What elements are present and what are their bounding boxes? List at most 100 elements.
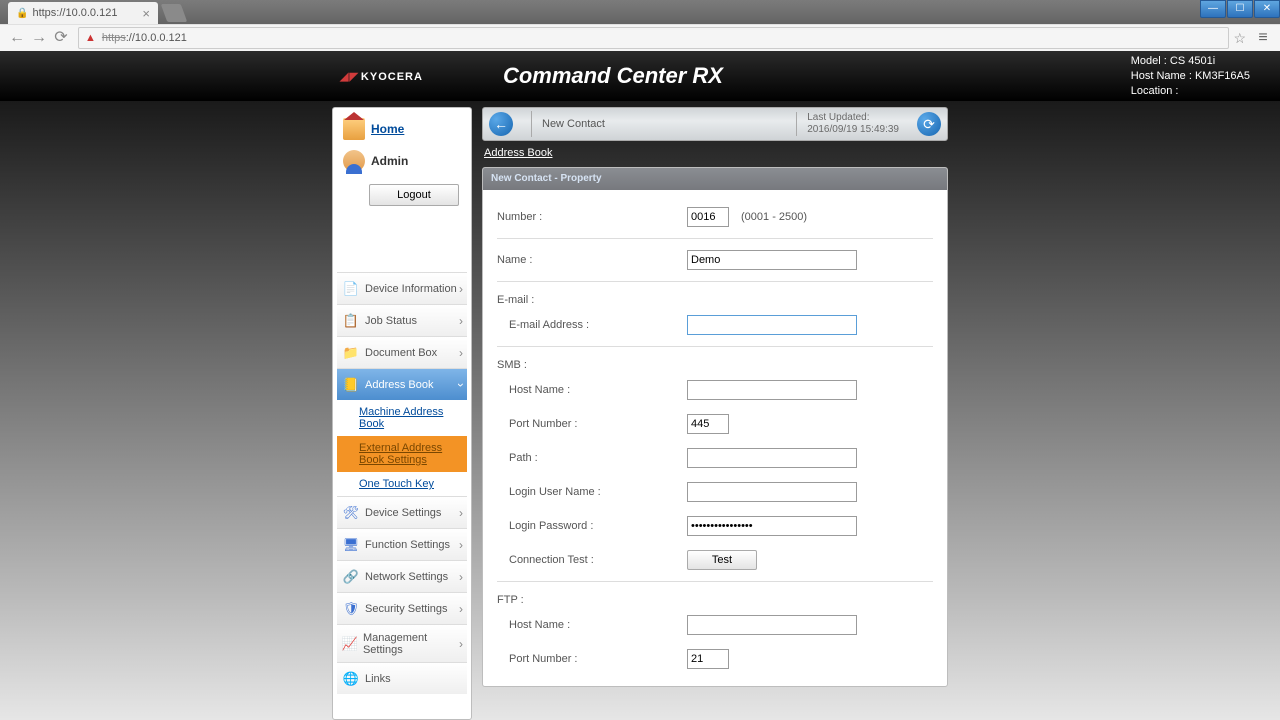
chevron-down-icon: ›: [454, 383, 468, 387]
insecure-icon: ▲: [85, 32, 96, 44]
nav-security-settings[interactable]: 🛡 Security Settings›: [337, 592, 467, 624]
nav-links[interactable]: 🌐 Links: [337, 662, 467, 694]
test-button[interactable]: Test: [687, 550, 757, 570]
smb-hostname-input[interactable]: [687, 380, 857, 400]
page-title: New Contact: [542, 118, 796, 130]
subnav-external-address-book[interactable]: External Address Book Settings: [337, 436, 467, 472]
kyocera-logo: ◢◤KYOCERA: [340, 70, 423, 83]
smb-section: SMB :: [497, 351, 933, 373]
chevron-right-icon: ›: [459, 346, 463, 360]
home-link[interactable]: Home: [337, 114, 467, 144]
brand-header: ◢◤KYOCERA Command Center RX Model : CS 4…: [0, 51, 1280, 101]
body: Home Admin Logout 📄 Device Information› …: [0, 101, 1280, 720]
refresh-button[interactable]: ⟳: [917, 112, 941, 136]
security-settings-icon: 🛡: [341, 600, 361, 618]
nav-management-settings[interactable]: 📈 Management Settings›: [337, 624, 467, 662]
titlebar-back-button[interactable]: ←: [489, 112, 513, 136]
main: ← New Contact Last Updated: 2016/09/19 1…: [482, 107, 948, 720]
address-bar: ← → ⟳ ▲ https://10.0.0.121 ☆ ≡: [0, 24, 1280, 51]
name-input[interactable]: [687, 250, 857, 270]
job-status-icon: 📋: [341, 312, 361, 330]
chevron-right-icon: ›: [459, 314, 463, 328]
smb-user-input[interactable]: [687, 482, 857, 502]
management-settings-icon: 📈: [341, 635, 359, 653]
tab-strip: 🔒 https://10.0.0.121 ×: [0, 0, 1280, 24]
email-section: E-mail :: [497, 286, 933, 308]
breadcrumb[interactable]: Address Book: [484, 147, 552, 159]
ftp-section: FTP :: [497, 586, 933, 608]
ftp-hostname-input[interactable]: [687, 615, 857, 635]
chevron-right-icon: ›: [459, 282, 463, 296]
browser-tab[interactable]: 🔒 https://10.0.0.121 ×: [8, 2, 158, 24]
maximize-button[interactable]: ☐: [1227, 0, 1253, 18]
forward-button[interactable]: →: [28, 27, 50, 49]
subnav-one-touch-key[interactable]: One Touch Key: [337, 472, 467, 496]
email-input[interactable]: [687, 315, 857, 335]
window-controls: — ☐ ✕: [1199, 0, 1280, 18]
number-label: Number :: [497, 211, 687, 223]
panel-header: New Contact - Property: [483, 168, 947, 190]
document-box-icon: 📁: [341, 344, 361, 362]
network-settings-icon: 🔗: [341, 568, 361, 586]
home-icon: [343, 118, 365, 140]
links-icon: 🌐: [341, 670, 361, 688]
user-icon: [343, 150, 365, 172]
device-info: Model : CS 4501i Host Name : KM3F16A5 Lo…: [1131, 54, 1250, 99]
smb-hostname-label: Host Name :: [497, 384, 687, 396]
close-button[interactable]: ✕: [1254, 0, 1280, 18]
nav-network-settings[interactable]: 🔗 Network Settings›: [337, 560, 467, 592]
number-range: (0001 - 2500): [741, 211, 807, 223]
address-book-icon: 📒: [341, 376, 361, 394]
smb-path-label: Path :: [497, 452, 687, 464]
address-book-submenu: Machine Address Book External Address Bo…: [337, 400, 467, 496]
smb-password-input[interactable]: [687, 516, 857, 536]
email-label: E-mail Address :: [497, 319, 687, 331]
menu-icon[interactable]: ≡: [1252, 27, 1274, 49]
last-updated: Last Updated: 2016/09/19 15:49:39: [796, 112, 909, 136]
browser-chrome: — ☐ ✕ 🔒 https://10.0.0.121 × ← → ⟳ ▲ htt…: [0, 0, 1280, 51]
nav-address-book[interactable]: 📒 Address Book›: [337, 368, 467, 400]
chevron-right-icon: ›: [459, 570, 463, 584]
smb-path-input[interactable]: [687, 448, 857, 468]
reload-button[interactable]: ⟳: [50, 27, 72, 49]
ftp-hostname-label: Host Name :: [497, 619, 687, 631]
chevron-right-icon: ›: [459, 602, 463, 616]
smb-password-label: Login Password :: [497, 520, 687, 532]
nav-document-box[interactable]: 📁 Document Box›: [337, 336, 467, 368]
smb-user-label: Login User Name :: [497, 486, 687, 498]
bookmark-icon[interactable]: ☆: [1233, 30, 1246, 47]
tab-title: https://10.0.0.121: [32, 7, 142, 19]
sidebar: Home Admin Logout 📄 Device Information› …: [332, 107, 472, 720]
page-titlebar: ← New Contact Last Updated: 2016/09/19 1…: [482, 107, 948, 141]
chevron-right-icon: ›: [459, 637, 463, 651]
nav-job-status[interactable]: 📋 Job Status›: [337, 304, 467, 336]
name-label: Name :: [497, 254, 687, 266]
conn-test-label: Connection Test :: [497, 554, 687, 566]
smb-port-label: Port Number :: [497, 418, 687, 430]
new-tab-button[interactable]: [161, 4, 188, 22]
nav-device-settings[interactable]: 🛠 Device Settings›: [337, 496, 467, 528]
ftp-port-input[interactable]: [687, 649, 729, 669]
nav-function-settings[interactable]: 🖥 Function Settings›: [337, 528, 467, 560]
nav-device-information[interactable]: 📄 Device Information›: [337, 272, 467, 304]
device-settings-icon: 🛠: [341, 504, 361, 522]
tab-close-icon[interactable]: ×: [142, 6, 150, 21]
minimize-button[interactable]: —: [1200, 0, 1226, 18]
form-panel: New Contact - Property Number : (0001 - …: [482, 167, 948, 687]
url-host: ://10.0.0.121: [126, 32, 187, 44]
ftp-port-label: Port Number :: [497, 653, 687, 665]
smb-port-input[interactable]: [687, 414, 729, 434]
chevron-right-icon: ›: [459, 506, 463, 520]
lock-icon: 🔒: [16, 8, 28, 19]
product-title: Command Center RX: [503, 63, 723, 89]
url-input[interactable]: ▲ https://10.0.0.121: [78, 27, 1229, 49]
admin-row: Admin: [337, 144, 467, 178]
url-protocol: https: [102, 32, 126, 44]
logout-button[interactable]: Logout: [369, 184, 459, 206]
back-button[interactable]: ←: [6, 27, 28, 49]
subnav-machine-address-book[interactable]: Machine Address Book: [337, 400, 467, 436]
chevron-right-icon: ›: [459, 538, 463, 552]
number-input[interactable]: [687, 207, 729, 227]
function-settings-icon: 🖥: [341, 536, 361, 554]
device-info-icon: 📄: [341, 280, 361, 298]
